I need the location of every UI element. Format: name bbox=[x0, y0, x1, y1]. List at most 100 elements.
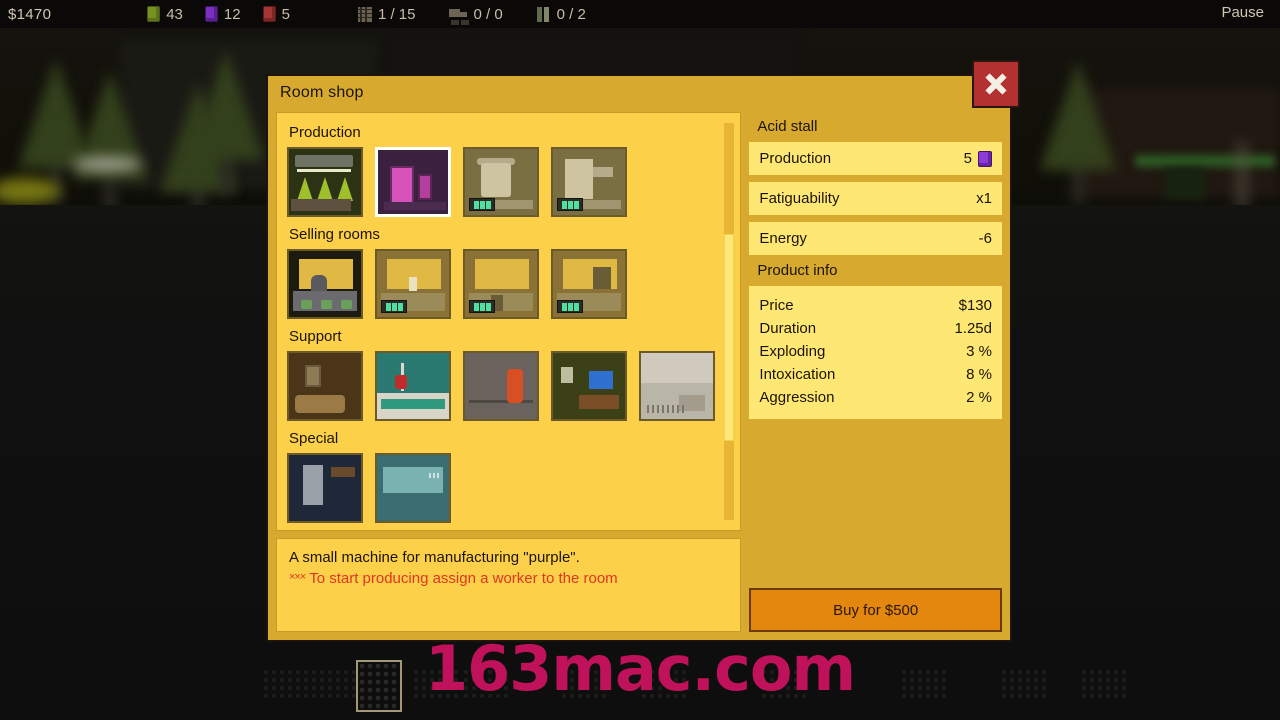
room-art bbox=[289, 251, 361, 317]
category-title-support: Support bbox=[289, 328, 342, 345]
category-tiles-special bbox=[287, 453, 730, 523]
stat-row-production: Production 5 bbox=[749, 142, 1002, 175]
product-info-label: Price bbox=[759, 297, 794, 314]
detail-room-name: Acid stall bbox=[757, 118, 818, 135]
brick-purple-icon bbox=[204, 6, 218, 22]
stat-value: -6 bbox=[978, 230, 992, 247]
counter-buildings: 1 / 15 bbox=[357, 5, 416, 23]
truck-icon bbox=[449, 8, 468, 21]
room-art bbox=[289, 353, 361, 419]
room-art bbox=[377, 455, 449, 521]
product-info-value: 1.25d bbox=[954, 320, 992, 337]
room-tile-storage-room[interactable] bbox=[639, 351, 715, 421]
category-title-special: Special bbox=[289, 430, 339, 447]
counter-people-value: 0 / 2 bbox=[556, 5, 586, 23]
room-tile-grow-room[interactable] bbox=[287, 147, 363, 217]
room-list[interactable]: Production Selling rooms Support Special bbox=[276, 112, 742, 531]
price-badge bbox=[469, 198, 495, 211]
room-details-column: Acid stall Production 5 Fatiguability x1… bbox=[749, 112, 1002, 632]
product-info-label: Duration bbox=[759, 320, 817, 337]
description-warning: ××× To start producing assign a worker t… bbox=[289, 570, 728, 587]
category-tiles-production bbox=[287, 147, 730, 217]
room-tile-shop-room[interactable] bbox=[375, 249, 451, 319]
stat-label: Fatiguability bbox=[759, 190, 840, 207]
room-list-scrollbar-thumb[interactable] bbox=[724, 234, 735, 441]
brick-red-icon bbox=[262, 6, 276, 22]
price-badge bbox=[557, 198, 583, 211]
background-tree-4 bbox=[188, 50, 264, 194]
counter-trucks-value: 0 / 0 bbox=[473, 5, 503, 23]
counter-buildings-value: 1 / 15 bbox=[377, 5, 416, 23]
room-art bbox=[289, 149, 361, 215]
product-info-value: $130 bbox=[958, 297, 992, 314]
people-icon bbox=[536, 6, 551, 22]
stat-label: Production bbox=[759, 150, 832, 167]
money-display: $1470 bbox=[8, 5, 52, 23]
product-info-row-exploding: Exploding 3 % bbox=[759, 340, 992, 363]
resource-purple: 12 bbox=[204, 6, 241, 23]
room-art bbox=[465, 353, 537, 419]
room-browser-column: Production Selling rooms Support Special… bbox=[276, 112, 742, 632]
close-button[interactable] bbox=[972, 60, 1020, 108]
product-info-row-price: Price $130 bbox=[759, 294, 992, 317]
stat-label: Energy bbox=[759, 230, 807, 247]
counter-group: 1 / 15 0 / 0 0 / 2 bbox=[357, 5, 586, 23]
stat-value: 5 bbox=[963, 150, 972, 167]
resource-red-value: 5 bbox=[281, 5, 290, 23]
room-tile-office-room[interactable] bbox=[551, 351, 627, 421]
warning-stars-icon: ××× bbox=[289, 571, 306, 583]
product-info-header: Product info bbox=[757, 262, 838, 279]
dialog-title: Room shop bbox=[280, 84, 364, 101]
background-tree-2 bbox=[72, 70, 148, 214]
brick-green-icon bbox=[147, 6, 161, 22]
room-tile-kiosk-room[interactable] bbox=[463, 249, 539, 319]
room-description-box: A small machine for manufacturing "purpl… bbox=[276, 538, 742, 632]
details-spacer bbox=[749, 419, 1002, 582]
product-info-value: 2 % bbox=[966, 389, 992, 406]
room-tile-lounge-room[interactable] bbox=[287, 351, 363, 421]
background-tree-5 bbox=[1040, 60, 1116, 204]
price-badge bbox=[557, 300, 583, 313]
product-info-panel: Price $130 Duration 1.25d Exploding 3 % … bbox=[749, 286, 1002, 419]
watermark: 163mac.com bbox=[424, 632, 856, 705]
top-hud: $1470 43 12 5 1 / 15 0 / 0 0 / 2 Pause bbox=[0, 0, 1280, 28]
description-line-2: To start producing assign a worker to th… bbox=[309, 570, 618, 587]
counter-trucks: 0 / 0 bbox=[449, 5, 503, 23]
close-icon bbox=[985, 73, 1007, 95]
room-art bbox=[553, 353, 625, 419]
room-art bbox=[289, 455, 361, 521]
counter-people: 0 / 2 bbox=[536, 5, 586, 23]
room-list-scrollbar-track[interactable] bbox=[724, 123, 735, 520]
pause-button[interactable]: Pause bbox=[1221, 4, 1264, 21]
background-window-glow-2 bbox=[1165, 168, 1205, 200]
room-tile-counter-room[interactable] bbox=[551, 249, 627, 319]
room-tile-special-room-1[interactable] bbox=[287, 453, 363, 523]
resource-green-value: 43 bbox=[166, 5, 183, 23]
room-tile-corridor-room[interactable] bbox=[463, 351, 539, 421]
background-lamp-post bbox=[1238, 142, 1246, 212]
category-tiles-support bbox=[287, 351, 730, 421]
building-icon bbox=[357, 6, 372, 22]
stat-value-group: 5 bbox=[964, 150, 992, 167]
room-tile-bar-room[interactable] bbox=[287, 249, 363, 319]
room-tile-special-room-2[interactable] bbox=[375, 453, 451, 523]
room-art bbox=[377, 353, 449, 419]
room-art bbox=[378, 150, 448, 214]
purple-brick-icon bbox=[978, 150, 992, 167]
resource-green: 43 bbox=[147, 6, 183, 23]
resource-red: 5 bbox=[262, 5, 290, 23]
product-info-value: 8 % bbox=[966, 366, 992, 383]
room-tile-cook-room[interactable] bbox=[463, 147, 539, 217]
room-tile-lab-room[interactable] bbox=[551, 147, 627, 217]
price-badge bbox=[469, 300, 495, 313]
product-info-row-duration: Duration 1.25d bbox=[759, 317, 992, 340]
room-tile-medical-room[interactable] bbox=[375, 351, 451, 421]
product-info-label: Exploding bbox=[759, 343, 826, 360]
product-info-value: 3 % bbox=[966, 343, 992, 360]
room-tile-acid-stall[interactable] bbox=[375, 147, 451, 217]
buy-button[interactable]: Buy for $500 bbox=[749, 588, 1002, 632]
background-window-glow bbox=[1135, 155, 1275, 167]
stat-row-energy: Energy -6 bbox=[749, 222, 1002, 255]
product-info-label: Intoxication bbox=[759, 366, 836, 383]
price-badge bbox=[381, 300, 407, 313]
